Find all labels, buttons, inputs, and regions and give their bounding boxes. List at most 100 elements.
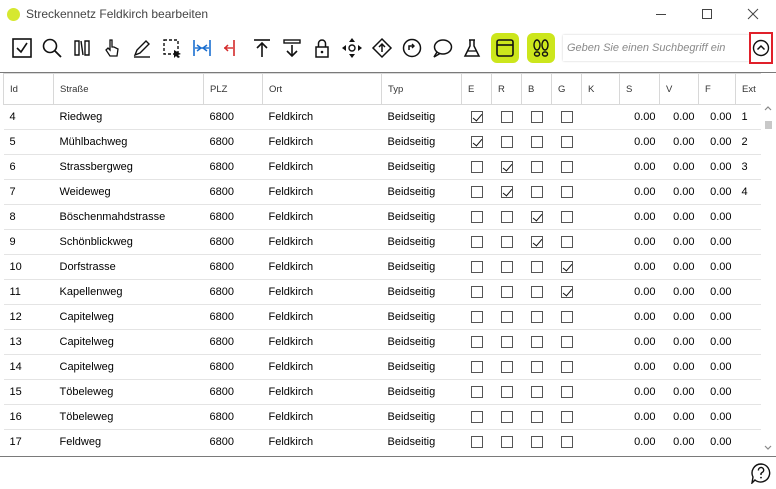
table-row[interactable]: 14 Capitelweg 6800 Feldkirch Beidseitig 0.00 0…	[3, 354, 761, 380]
column-header[interactable]: S	[619, 73, 660, 105]
column-header[interactable]: Ort	[262, 73, 382, 105]
column-header[interactable]: Typ	[381, 73, 462, 105]
flag-checkbox-e[interactable]	[470, 261, 483, 274]
table-row[interactable]: 16 Töbeleweg 6800 Feldkirch Beidseitig 0.00 0.…	[3, 404, 761, 430]
rotate-button[interactable]	[398, 33, 426, 63]
lock-button[interactable]	[308, 33, 336, 63]
flag-checkbox-b[interactable]	[530, 311, 543, 324]
move-top-button[interactable]	[248, 33, 276, 63]
flag-checkbox-r[interactable]	[500, 261, 513, 274]
collapse-toolbar-button[interactable]	[749, 32, 773, 64]
flag-checkbox-r[interactable]	[500, 386, 513, 399]
flag-checkbox-g[interactable]	[560, 236, 573, 249]
flag-checkbox-g[interactable]	[560, 311, 573, 324]
comment-button[interactable]	[428, 33, 456, 63]
flag-checkbox-r[interactable]	[500, 136, 513, 149]
layout-button[interactable]	[491, 33, 519, 63]
columns-button[interactable]	[68, 33, 96, 63]
flag-checkbox-g[interactable]	[560, 211, 573, 224]
flag-checkbox-e[interactable]	[470, 111, 483, 124]
flag-checkbox-r[interactable]	[500, 336, 513, 349]
flag-checkbox-b[interactable]	[530, 211, 543, 224]
column-header[interactable]: Ext	[735, 73, 761, 105]
flag-checkbox-r[interactable]	[500, 186, 513, 199]
flag-checkbox-e[interactable]	[470, 211, 483, 224]
flag-checkbox-e[interactable]	[470, 286, 483, 299]
flag-checkbox-r[interactable]	[500, 411, 513, 424]
flag-checkbox-r[interactable]	[500, 161, 513, 174]
move-button[interactable]	[338, 33, 366, 63]
table-row[interactable]: 12 Capitelweg 6800 Feldkirch Beidseitig 0.00 0…	[3, 304, 761, 330]
flag-checkbox-g[interactable]	[560, 411, 573, 424]
table-row[interactable]: 17 Feldweg 6800 Feldkirch Beidseitig 0.00 0.00…	[3, 429, 761, 453]
search-button[interactable]	[38, 33, 66, 63]
flag-checkbox-e[interactable]	[470, 161, 483, 174]
scrollbar-thumb[interactable]	[765, 121, 772, 129]
direction-button[interactable]	[368, 33, 396, 63]
flag-checkbox-g[interactable]	[560, 136, 573, 149]
table-row[interactable]: 13 Capitelweg 6800 Feldkirch Beidseitig 0.00 0…	[3, 329, 761, 355]
flag-checkbox-e[interactable]	[470, 136, 483, 149]
table-row[interactable]: 7 Weideweg 6800 Feldkirch Beidseitig 0.00 0.00…	[3, 179, 761, 205]
flag-checkbox-b[interactable]	[530, 136, 543, 149]
flag-checkbox-r[interactable]	[500, 111, 513, 124]
flag-checkbox-g[interactable]	[560, 386, 573, 399]
check-button[interactable]	[8, 33, 36, 63]
flag-checkbox-b[interactable]	[530, 361, 543, 374]
flag-checkbox-r[interactable]	[500, 211, 513, 224]
flag-checkbox-e[interactable]	[470, 411, 483, 424]
column-header[interactable]: PLZ	[203, 73, 263, 105]
flag-checkbox-r[interactable]	[500, 311, 513, 324]
flag-checkbox-e[interactable]	[470, 336, 483, 349]
table-row[interactable]: 10 Dorfstrasse 6800 Feldkirch Beidseitig 0.00…	[3, 254, 761, 280]
flag-checkbox-b[interactable]	[530, 286, 543, 299]
column-header[interactable]: G	[551, 73, 582, 105]
edit-button[interactable]	[128, 33, 156, 63]
column-header[interactable]: B	[521, 73, 552, 105]
column-header[interactable]: E	[461, 73, 492, 105]
flag-checkbox-e[interactable]	[470, 311, 483, 324]
table-row[interactable]: 15 Töbeleweg 6800 Feldkirch Beidseitig 0.00 0.…	[3, 379, 761, 405]
flag-checkbox-r[interactable]	[500, 361, 513, 374]
column-header[interactable]: K	[581, 73, 620, 105]
table-row[interactable]: 9 Schönblickweg 6800 Feldkirch Beidseitig 0.0…	[3, 229, 761, 255]
column-header[interactable]: Id	[3, 73, 54, 105]
scroll-down-icon[interactable]	[764, 445, 772, 451]
select-area-button[interactable]	[158, 33, 186, 63]
table-row[interactable]: 6 Strassbergweg 6800 Feldkirch Beidseitig 0.0…	[3, 154, 761, 180]
search-input[interactable]	[563, 35, 739, 61]
flag-checkbox-e[interactable]	[470, 236, 483, 249]
minimize-button[interactable]	[638, 0, 684, 28]
flag-checkbox-g[interactable]	[560, 336, 573, 349]
flag-checkbox-b[interactable]	[530, 336, 543, 349]
flag-checkbox-r[interactable]	[500, 286, 513, 299]
column-header[interactable]: Straße	[53, 73, 204, 105]
flag-checkbox-g[interactable]	[560, 436, 573, 449]
flag-checkbox-b[interactable]	[530, 111, 543, 124]
flag-checkbox-b[interactable]	[530, 186, 543, 199]
maximize-button[interactable]	[684, 0, 730, 28]
column-header[interactable]: F	[698, 73, 736, 105]
column-header[interactable]: R	[491, 73, 522, 105]
footsteps-button[interactable]	[527, 33, 555, 63]
flag-checkbox-e[interactable]	[470, 386, 483, 399]
flag-checkbox-b[interactable]	[530, 161, 543, 174]
pointer-button[interactable]	[98, 33, 126, 63]
flag-checkbox-g[interactable]	[560, 186, 573, 199]
scroll-up-icon[interactable]	[764, 105, 772, 111]
flag-checkbox-g[interactable]	[560, 261, 573, 274]
move-bottom-button[interactable]	[278, 33, 306, 63]
flag-checkbox-g[interactable]	[560, 286, 573, 299]
vertical-scrollbar[interactable]	[761, 103, 775, 453]
column-header[interactable]: V	[659, 73, 699, 105]
flag-checkbox-e[interactable]	[470, 436, 483, 449]
flag-checkbox-e[interactable]	[470, 361, 483, 374]
flag-checkbox-g[interactable]	[560, 161, 573, 174]
table-row[interactable]: 4 Riedweg 6800 Feldkirch Beidseitig 0.00 0.00 0…	[3, 104, 761, 130]
merge-button[interactable]	[188, 33, 216, 63]
flag-checkbox-b[interactable]	[530, 261, 543, 274]
flag-checkbox-r[interactable]	[500, 436, 513, 449]
flag-checkbox-b[interactable]	[530, 386, 543, 399]
table-row[interactable]: 11 Kapellenweg 6800 Feldkirch Beidseitig 0.00…	[3, 279, 761, 305]
flag-checkbox-e[interactable]	[470, 186, 483, 199]
